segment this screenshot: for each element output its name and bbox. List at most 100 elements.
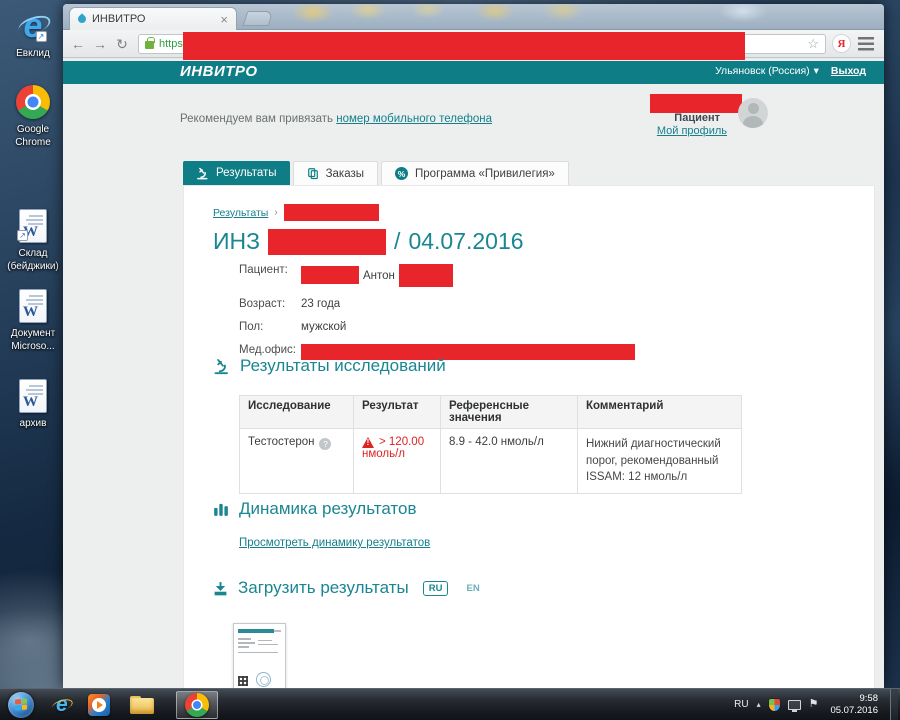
results-section-header: Результаты исследований — [213, 356, 446, 376]
word-icon: W — [19, 379, 47, 413]
redaction-box-name — [650, 94, 742, 113]
report-thumbnail[interactable] — [233, 623, 286, 688]
tab-label: Заказы — [326, 168, 364, 180]
system-tray: RU ▴ ⚑ 9:58 05.07.2016 — [734, 689, 900, 720]
qr-code-icon — [238, 676, 248, 686]
dynamics-section-header: Динамика результатов — [213, 499, 417, 519]
tab-privilege[interactable]: % Программа «Привилегия» — [381, 161, 569, 185]
patient-first-name: Антон — [363, 270, 395, 282]
bar-chart-icon — [213, 501, 229, 517]
logout-link[interactable]: Выход — [831, 65, 866, 77]
chevron-down-icon: ▾ — [814, 65, 819, 77]
warning-icon: ! — [362, 437, 374, 448]
clock-time: 9:58 — [860, 693, 879, 704]
chrome-icon — [185, 693, 209, 717]
shortcut-arrow-icon: ↗ — [36, 31, 47, 42]
bookmark-star-icon[interactable]: ☆ — [807, 36, 819, 52]
redaction-box-patronymic — [399, 264, 453, 287]
breadcrumb: Результаты › — [213, 204, 379, 221]
tab-orders[interactable]: Заказы — [293, 161, 378, 185]
desktop-icon-label: Документ Microso... — [2, 328, 64, 353]
yandex-button[interactable]: Я — [832, 34, 851, 53]
column-header: Комментарий — [578, 396, 742, 429]
word-shortcut-icon: W↗ — [19, 209, 47, 243]
tray-network-icon[interactable] — [788, 700, 801, 710]
lang-ru-badge[interactable]: RU — [423, 581, 449, 596]
avatar — [738, 98, 768, 128]
show-hidden-icons-button[interactable]: ▴ — [757, 700, 761, 709]
desktop-icon-archive[interactable]: W архив — [2, 376, 64, 431]
order-date: 04.07.2016 — [408, 228, 523, 255]
phone-notice: Рекомендуем вам привязать номер мобильно… — [180, 113, 492, 125]
desktop-icon-label: архив — [2, 418, 64, 431]
forward-button[interactable]: → — [90, 37, 110, 51]
download-icon — [213, 581, 228, 596]
page-tabs: Результаты Заказы % Программа «Привилеги… — [183, 161, 569, 185]
show-desktop-button[interactable] — [890, 689, 898, 720]
download-section-header: Загрузить результаты RU EN — [213, 578, 480, 598]
detail-label: Пол: — [239, 321, 301, 333]
help-icon[interactable]: ? — [319, 438, 331, 450]
result-comment: Нижний диагностический порог, рекомендов… — [578, 429, 742, 494]
redaction-box-breadcrumb — [284, 204, 379, 221]
table-row: Тестостерон? !> 120.00 нмоль/л 8.9 - 42.… — [240, 429, 742, 494]
shortcut-arrow-icon: ↗ — [17, 230, 28, 241]
reference-range: 8.9 - 42.0 нмоль/л — [441, 429, 578, 494]
redaction-box-url — [183, 32, 745, 60]
clock[interactable]: 9:58 05.07.2016 — [830, 693, 878, 716]
patient-sex: мужской — [301, 321, 635, 333]
reload-button[interactable]: ↻ — [112, 37, 132, 51]
desktop-icon-document[interactable]: W Документ Microso... — [2, 286, 64, 353]
page-viewport: ИНВИТРО Ульяновск (Россия)▾ Выход Рекоме… — [63, 59, 884, 688]
tab-label: Программа «Привилегия» — [415, 168, 555, 180]
tab-label: Результаты — [216, 167, 277, 179]
redaction-box-inz — [268, 229, 386, 255]
desktop-icon-chrome[interactable]: Google Chrome — [2, 82, 64, 149]
tray-security-icon[interactable] — [769, 699, 780, 711]
windows-logo-icon — [15, 699, 27, 711]
desktop-icon-label: Склад (бейджики) — [2, 248, 64, 273]
desktop-icon-sklad[interactable]: W↗ Склад (бейджики) — [2, 206, 64, 273]
clock-date: 05.07.2016 — [830, 705, 878, 716]
language-indicator[interactable]: RU — [734, 699, 748, 710]
browser-tab[interactable]: ИНВИТРО × — [69, 7, 237, 30]
user-role-label: Пациент — [620, 112, 720, 124]
detail-label: Мед.офис: — [239, 344, 301, 356]
taskbar-ie-icon[interactable]: e — [56, 694, 68, 715]
thumb-header-bar — [238, 629, 274, 633]
microscope-icon — [196, 167, 209, 180]
city-selector[interactable]: Ульяновск (Россия)▾ — [715, 65, 819, 77]
taskbar-explorer-icon[interactable] — [130, 696, 154, 714]
detail-label: Возраст: — [239, 298, 301, 310]
taskbar-media-player-icon[interactable] — [88, 694, 110, 716]
patient-details: Пациент: Антон Возраст: 23 года Пол: муж… — [239, 264, 635, 360]
microscope-icon — [213, 358, 230, 375]
column-header: Исследование — [240, 396, 354, 429]
column-header: Референсные значения — [441, 396, 578, 429]
taskbar-chrome-button-active[interactable] — [176, 691, 218, 719]
view-dynamics-link[interactable]: Просмотреть динамику результатов — [239, 537, 430, 549]
lang-en-link[interactable]: EN — [466, 583, 479, 594]
results-table: Исследование Результат Референсные значе… — [239, 395, 742, 494]
phone-link[interactable]: номер мобильного телефона — [336, 113, 492, 125]
word-icon: W — [19, 289, 47, 323]
browser-menu-icon[interactable] — [856, 37, 876, 51]
invitro-logo: ИНВИТРО — [180, 63, 258, 80]
browser-titlebar[interactable]: ИНВИТРО × — [63, 4, 884, 30]
start-button[interactable] — [8, 692, 34, 718]
breadcrumb-results-link[interactable]: Результаты — [213, 207, 268, 219]
profile-link[interactable]: Мой профиль — [572, 125, 727, 137]
page-title: ИНЗ / 04.07.2016 — [213, 228, 524, 255]
tab-close-icon[interactable]: × — [220, 13, 228, 26]
tab-title: ИНВИТРО — [92, 13, 145, 25]
desktop-icon-euclid[interactable]: e↗ Евклид — [2, 6, 64, 61]
result-value: > 120.00 — [379, 436, 424, 448]
redaction-box-surname — [301, 266, 359, 284]
tray-action-center-icon[interactable]: ⚑ — [809, 699, 819, 710]
tab-results[interactable]: Результаты — [183, 161, 290, 185]
desktop-icon-label: Евклид — [2, 48, 64, 61]
desktop-icon-label: Google Chrome — [2, 124, 64, 149]
stamp-icon — [256, 672, 271, 687]
back-button[interactable]: ← — [68, 37, 88, 51]
new-tab-button[interactable] — [243, 11, 274, 26]
